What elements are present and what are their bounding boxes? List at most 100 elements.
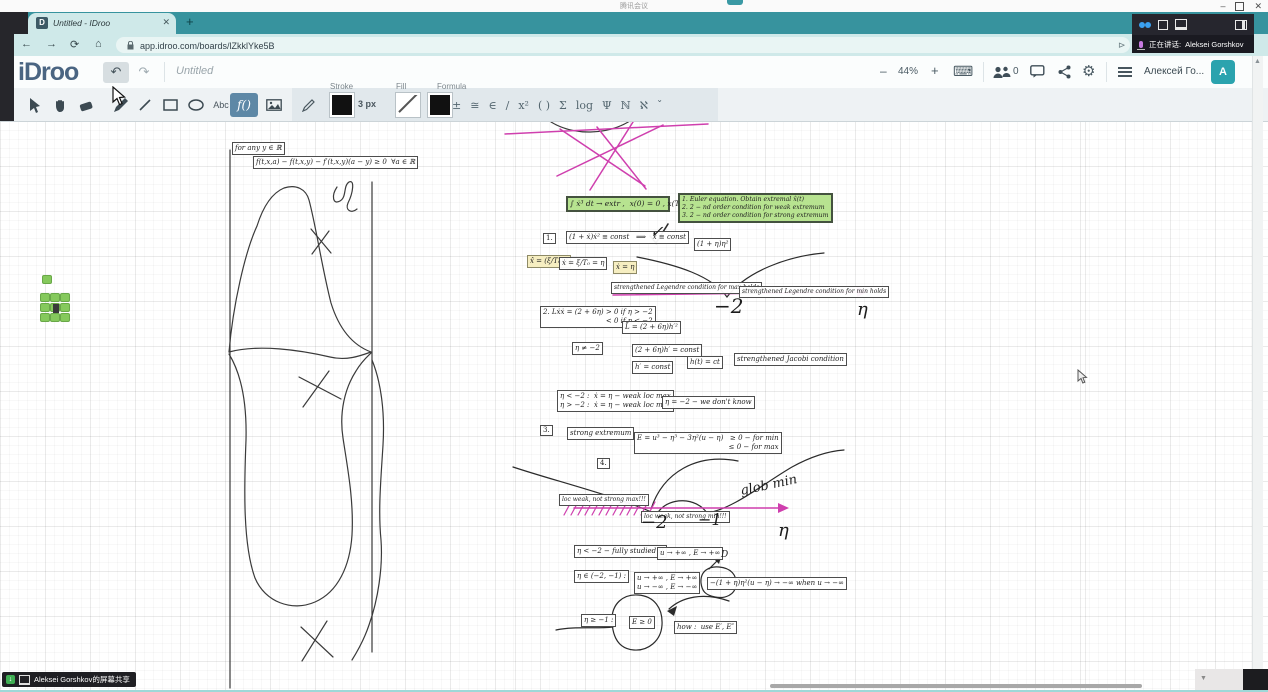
share-icon[interactable] — [1058, 65, 1071, 79]
extension-icon[interactable]: ⊳ — [1118, 40, 1126, 51]
board-note[interactable]: how : use E′, E″ — [674, 621, 737, 634]
board-note[interactable]: loc weak, not strong max!!! — [559, 494, 649, 506]
board-note[interactable]: strong extremum — [567, 427, 634, 440]
scroll-down-arrow[interactable]: ▼ — [1200, 675, 1207, 682]
users-icon[interactable] — [993, 66, 1011, 79]
stroke-size[interactable]: 3 px — [358, 99, 376, 109]
eraser-tool[interactable] — [74, 93, 98, 117]
selection-handle[interactable] — [40, 303, 50, 312]
settings-gear-icon[interactable]: ⚙ — [1082, 62, 1095, 80]
zoom-level[interactable]: 44% — [898, 66, 918, 77]
handwritten-annotation[interactable]: D — [721, 550, 728, 560]
menu-icon[interactable] — [1118, 67, 1132, 79]
handwritten-annotation[interactable]: η — [857, 299, 868, 320]
formula-symbol-button[interactable]: ∈ — [488, 99, 496, 112]
formula-symbol-button[interactable]: ( ) — [538, 99, 550, 112]
window-minimize-button[interactable]: – — [1220, 1, 1225, 11]
formula-color-swatch[interactable] — [428, 93, 452, 117]
board-note[interactable]: (1 + ẋ)ẋ² ≡ const ⟹ ẋ ≡ const — [566, 231, 689, 244]
board-note[interactable]: u → +∞ , E → +∞ u → −∞ , E → −∞ — [634, 572, 700, 594]
reload-icon[interactable]: ⟳ — [70, 38, 79, 51]
selection-handle[interactable] — [60, 313, 70, 322]
formula-symbol-button[interactable]: ∕ — [506, 99, 510, 112]
forward-icon[interactable]: → — [46, 38, 57, 50]
board-note[interactable]: η ≠ −2 — [572, 342, 603, 355]
fill-color-swatch[interactable] — [396, 93, 420, 117]
vertical-scrollbar[interactable]: ▲ — [1252, 56, 1263, 669]
pencil-tool[interactable] — [108, 93, 132, 117]
selection-handle[interactable] — [40, 313, 50, 322]
board-note[interactable]: f(t,x,a) − f(t,x,y) − f′(t,x,y)(a − y) ≥… — [253, 156, 418, 169]
rectangle-tool[interactable] — [158, 93, 182, 117]
formula-symbol-button[interactable]: ˇ — [657, 99, 663, 112]
board-note[interactable]: E ≥ 0 — [629, 616, 655, 629]
formula-symbol-button[interactable]: ≅ — [470, 99, 479, 112]
horizontal-scrollbar-thumb[interactable] — [770, 684, 1142, 688]
select-tool[interactable] — [22, 93, 46, 117]
formula-tool[interactable]: f() — [230, 93, 258, 117]
window-restore-button[interactable] — [1235, 2, 1244, 11]
chat-icon[interactable] — [1030, 65, 1045, 78]
ellipse-tool[interactable] — [184, 93, 208, 117]
formula-symbol-button[interactable]: Σ — [559, 99, 567, 112]
handwritten-annotation[interactable]: ✓ — [650, 222, 663, 241]
selection-rotate-handle[interactable] — [42, 275, 52, 284]
browser-tab[interactable]: D Untitled - IDroo ✕ — [28, 13, 176, 34]
zoom-out-button[interactable]: – — [880, 64, 887, 78]
keyboard-icon[interactable]: ⌨ — [953, 63, 973, 80]
board-note[interactable]: L̃ = (2 + 6η)h′² — [622, 321, 681, 334]
tab-close-icon[interactable]: ✕ — [162, 17, 170, 28]
board-note[interactable]: η = −2 − we don't know — [662, 396, 755, 409]
board-note[interactable]: η < −2 − fully studied !! — [574, 545, 667, 558]
board-note[interactable]: (1 + η)η² — [694, 238, 731, 251]
download-icon[interactable]: ↓ — [6, 675, 15, 684]
window-close-button[interactable]: ✕ — [1254, 1, 1262, 12]
window-icon[interactable] — [1158, 20, 1168, 30]
selection-handle[interactable] — [60, 293, 70, 302]
selection-handle[interactable] — [50, 293, 60, 302]
board-note[interactable]: η ∈ (−2, −1) : — [574, 570, 629, 583]
board-note[interactable]: h(t) = ct — [687, 356, 723, 369]
undo-button[interactable]: ↶ — [103, 62, 129, 83]
board-note[interactable]: h′ = const — [632, 361, 673, 374]
board-note[interactable]: ∫ ẋ³ dt → extr , x(0) = 0 , x(T₀) = ξ — [566, 196, 670, 212]
pan-tool[interactable] — [48, 93, 72, 117]
selection-handle[interactable] — [60, 303, 70, 312]
image-tool[interactable] — [262, 93, 286, 117]
back-icon[interactable]: ← — [21, 38, 32, 50]
board-note[interactable]: −(1 + η)η²(u − η) → −∞ when u → −∞ — [707, 577, 847, 590]
stroke-color-swatch[interactable] — [330, 93, 354, 117]
board-note[interactable]: 1. — [543, 233, 556, 244]
formula-symbol-button[interactable]: ± — [452, 99, 461, 112]
formula-symbol-button[interactable]: ℵ — [640, 99, 648, 112]
watching-icon[interactable] — [1139, 22, 1151, 28]
home-icon[interactable]: ⌂ — [95, 38, 102, 50]
line-tool[interactable] — [133, 93, 157, 117]
selected-object[interactable] — [53, 304, 59, 313]
zoom-in-button[interactable]: + — [931, 63, 939, 78]
board-note[interactable]: ẋ = η — [613, 261, 637, 274]
scroll-up-arrow[interactable]: ▲ — [1254, 58, 1261, 65]
board-note[interactable]: η < −2 : ẋ = η − weak loc max η > −2 : ẋ… — [557, 390, 674, 412]
formula-symbol-button[interactable]: ℕ — [621, 99, 631, 112]
formula-symbol-button[interactable]: log — [576, 99, 593, 112]
screen-icon[interactable] — [1175, 19, 1187, 30]
handwritten-annotation[interactable]: −2 — [641, 512, 668, 533]
handwritten-annotation[interactable]: −2 — [714, 294, 743, 318]
formula-symbol-button[interactable]: x² — [518, 99, 529, 112]
avatar[interactable]: A — [1211, 60, 1235, 84]
board-note[interactable]: 1. Euler equation. Obtain extremal x̂(t)… — [678, 193, 833, 223]
board-note[interactable]: u → +∞ , E → +∞ — [657, 547, 723, 560]
handwritten-annotation[interactable]: −1 — [698, 510, 722, 529]
board-note[interactable]: 4. — [597, 458, 610, 469]
board-note[interactable]: η ≥ −1 : — [581, 614, 616, 627]
stroke-style-pen-icon[interactable] — [296, 93, 320, 117]
board-note[interactable]: strengthened Legendre condition for min … — [739, 286, 889, 298]
handwritten-annotation[interactable]: η — [778, 520, 789, 541]
board-note[interactable]: ẋ = ξ∕T₀ = η — [559, 257, 607, 270]
board-note[interactable]: strengthened Jacobi condition — [734, 353, 847, 366]
redo-button[interactable]: ↷ — [131, 62, 157, 83]
sidebar-toggle-icon[interactable] — [1235, 20, 1247, 30]
url-field[interactable]: app.idroo.com/boards/lZkklYke5B ⊳ — [116, 37, 1130, 53]
selection-handle[interactable] — [40, 293, 50, 302]
